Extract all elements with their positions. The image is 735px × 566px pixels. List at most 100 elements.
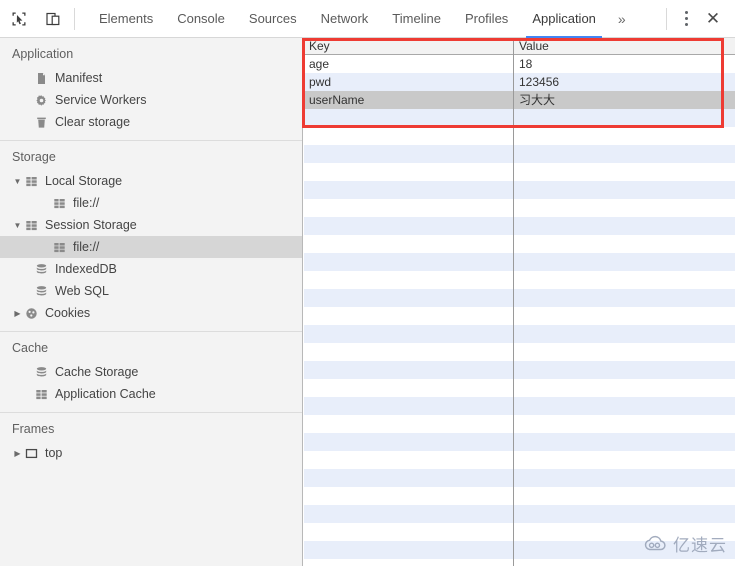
table-row-empty[interactable] xyxy=(304,109,735,127)
chevron-right-icon[interactable]: ▶ xyxy=(12,449,23,458)
table-row-empty[interactable] xyxy=(304,307,735,325)
table-row-empty[interactable] xyxy=(304,199,735,217)
inspect-cursor-icon[interactable] xyxy=(4,4,34,34)
sidebar-item-session-storage[interactable]: ▼ Session Storage xyxy=(0,214,302,236)
sidebar-item-clear-storage[interactable]: Clear storage xyxy=(0,111,302,133)
toolbar-divider-right xyxy=(666,7,667,30)
table-grid-icon-svg xyxy=(26,176,37,186)
table-row-empty[interactable] xyxy=(304,325,735,343)
sidebar-item-label: file:// xyxy=(73,195,100,210)
table-cell-key[interactable]: pwd xyxy=(309,74,331,90)
table-row-empty[interactable] xyxy=(304,181,735,199)
table-row-empty[interactable] xyxy=(304,253,735,271)
table-row-empty[interactable] xyxy=(304,163,735,181)
devtools-tabs: Elements Console Sources Network Timelin… xyxy=(87,0,636,38)
tab-timeline[interactable]: Timeline xyxy=(380,0,453,38)
table-cell-key[interactable]: age xyxy=(309,56,329,72)
table-row[interactable]: age 18 xyxy=(304,55,735,73)
table-row-empty[interactable] xyxy=(304,433,735,451)
table-cell-value[interactable]: 习大大 xyxy=(519,92,555,108)
sidebar-item-application-cache[interactable]: Application Cache xyxy=(0,383,302,405)
database-icon-svg xyxy=(36,366,47,376)
table-row-empty[interactable] xyxy=(304,289,735,307)
table-row-empty[interactable] xyxy=(304,451,735,469)
frame-icon xyxy=(23,447,40,460)
sidebar-item-web-sql[interactable]: Web SQL xyxy=(0,280,302,302)
chevron-down-icon[interactable]: ▼ xyxy=(12,221,23,230)
document-icon-svg xyxy=(38,72,45,84)
table-row[interactable]: pwd 123456 xyxy=(304,73,735,91)
table-grid-icon xyxy=(23,219,40,232)
column-resize-handle[interactable] xyxy=(513,38,514,566)
table-row-empty[interactable] xyxy=(304,469,735,487)
tab-console-label: Console xyxy=(177,10,225,26)
sidebar-item-top[interactable]: ▶ top xyxy=(0,442,302,464)
tab-sources[interactable]: Sources xyxy=(237,0,309,38)
kebab-dot xyxy=(684,23,688,26)
storage-table-header: Key Value xyxy=(304,38,735,55)
table-row-empty[interactable] xyxy=(304,361,735,379)
table-row-empty[interactable] xyxy=(304,523,735,541)
table-row-empty[interactable] xyxy=(304,217,735,235)
table-cell-value[interactable]: 123456 xyxy=(519,74,559,90)
table-row-empty[interactable] xyxy=(304,379,735,397)
table-row-empty[interactable] xyxy=(304,487,735,505)
table-row-empty[interactable] xyxy=(304,235,735,253)
chevron-right-icon[interactable]: ▶ xyxy=(12,309,23,318)
device-toolbar-icon-svg xyxy=(46,12,60,25)
table-grid-icon-svg xyxy=(26,220,37,230)
storage-table-body[interactable]: age 18 pwd 123456 userName 习大大 xyxy=(304,55,735,566)
close-icon[interactable]: ✕ xyxy=(699,4,727,34)
trash-icon-svg xyxy=(37,117,46,128)
sidebar-item-label: IndexedDB xyxy=(55,261,117,276)
tab-elements-label: Elements xyxy=(99,10,154,26)
sidebar-item-file[interactable]: file:// xyxy=(0,192,302,214)
tab-network-label: Network xyxy=(320,10,369,26)
sidebar-item-service-workers[interactable]: Service Workers xyxy=(0,89,302,111)
device-toolbar-icon[interactable] xyxy=(38,4,68,34)
sidebar-section-title-application: Application xyxy=(12,47,74,61)
table-grid-icon xyxy=(51,197,68,210)
tab-network[interactable]: Network xyxy=(309,0,381,38)
sidebar-item-label: Local Storage xyxy=(45,173,123,188)
column-header-value[interactable]: Value xyxy=(519,39,549,54)
tab-profiles-label: Profiles xyxy=(464,10,509,26)
sidebar-item-indexeddb[interactable]: IndexedDB xyxy=(0,258,302,280)
table-cell-value[interactable]: 18 xyxy=(519,56,532,72)
tab-console[interactable]: Console xyxy=(165,0,237,38)
devtools-window: Elements Console Sources Network Timelin… xyxy=(0,0,735,566)
sidebar-item-label: Clear storage xyxy=(55,114,131,129)
more-tabs-icon[interactable]: » xyxy=(608,0,636,38)
column-header-key[interactable]: Key xyxy=(309,39,330,54)
sidebar-item-label: Manifest xyxy=(55,70,103,85)
toolbar-right-group: ✕ xyxy=(660,4,735,34)
tab-elements[interactable]: Elements xyxy=(87,0,165,38)
kebab-menu-icon[interactable] xyxy=(673,4,699,34)
table-row-empty[interactable] xyxy=(304,505,735,523)
sidebar-item-cache-storage[interactable]: Cache Storage xyxy=(0,361,302,383)
table-row-empty[interactable] xyxy=(304,397,735,415)
trash-icon xyxy=(33,116,50,129)
table-row-empty[interactable] xyxy=(304,559,735,566)
sidebar-item-cookies[interactable]: ▶ Cookies xyxy=(0,302,302,324)
tab-profiles[interactable]: Profiles xyxy=(453,0,520,38)
inspect-cursor-icon-svg xyxy=(12,12,26,25)
table-row[interactable]: userName 习大大 xyxy=(304,91,735,109)
chevron-down-icon[interactable]: ▼ xyxy=(12,177,23,186)
table-row-empty[interactable] xyxy=(304,145,735,163)
storage-data-table: Key Value age 18 pwd 123456 userName 习大大 xyxy=(304,38,735,566)
table-row-empty[interactable] xyxy=(304,343,735,361)
sidebar-item-file[interactable]: file:// xyxy=(0,236,302,258)
sidebar-section-title-storage: Storage xyxy=(12,150,56,164)
table-row-empty[interactable] xyxy=(304,415,735,433)
table-row-empty[interactable] xyxy=(304,127,735,145)
table-row-empty[interactable] xyxy=(304,541,735,559)
tab-application[interactable]: Application xyxy=(520,0,608,38)
sidebar-item-local-storage[interactable]: ▼ Local Storage xyxy=(0,170,302,192)
sidebar-section-title-frames: Frames xyxy=(12,422,55,436)
sidebar-item-manifest[interactable]: Manifest xyxy=(0,67,302,89)
application-sidebar[interactable]: Application Manifest Service Workers Clear … xyxy=(0,38,303,566)
frame-icon-svg xyxy=(25,448,38,458)
table-row-empty[interactable] xyxy=(304,271,735,289)
table-cell-key[interactable]: userName xyxy=(309,92,364,108)
